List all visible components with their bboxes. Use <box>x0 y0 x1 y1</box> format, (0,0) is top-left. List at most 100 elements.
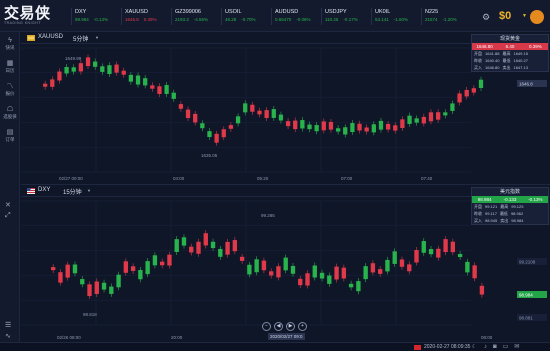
candle <box>385 123 391 130</box>
candle <box>357 123 362 131</box>
gear-icon[interactable]: ⚙ <box>482 12 492 22</box>
expand-icon[interactable]: ⤢ <box>5 212 11 220</box>
candle <box>50 79 55 87</box>
candle <box>378 269 383 274</box>
quote-value: 98.945 <box>485 218 498 223</box>
candle <box>264 110 269 119</box>
ticker-change: -1.60% <box>393 17 409 22</box>
candle <box>478 79 484 88</box>
candle <box>250 104 255 112</box>
candle <box>261 260 267 271</box>
calendar-icon: ▦ <box>6 60 14 67</box>
candle <box>271 109 276 118</box>
price-tag: 99.2108 <box>519 260 536 265</box>
quote-percent: -0.13% <box>528 197 543 202</box>
candle <box>228 125 234 129</box>
candle <box>436 248 441 258</box>
candle <box>464 89 469 97</box>
ticker-item[interactable]: N225 21574 -1.20% <box>421 8 469 25</box>
quote-value: 1647.13 <box>513 65 528 70</box>
sidebar-item-calendar[interactable]: ▦ 日历 <box>0 59 20 74</box>
ticker-price: 110.25 <box>325 17 339 22</box>
zoom-out-button[interactable]: − <box>262 322 271 331</box>
candle <box>350 123 355 133</box>
message-icon[interactable]: ✉ <box>514 343 519 351</box>
candle <box>319 272 325 279</box>
candle <box>428 249 434 255</box>
window-icon[interactable]: ▭ <box>503 343 509 351</box>
candle <box>285 121 291 127</box>
quote-label: 最低 <box>499 211 508 216</box>
chart-panel-xauusd[interactable]: XAUUSD 5分钟 ▼ 02/27 00:00 04:00 05:20 07:00 0… <box>21 32 550 182</box>
status-icons: ♪ ◙ ▭ ✉ <box>484 343 525 351</box>
candle <box>392 251 397 264</box>
ticker-item[interactable]: AUDUSD 0.65470 -0.06% <box>271 8 319 25</box>
candle <box>167 254 172 266</box>
clock-text: 2020-02-27 08:09:35 ☾ <box>424 344 477 350</box>
app-logo[interactable]: 交易侠 TRADING KNIGHT <box>4 5 60 29</box>
candle <box>305 273 310 286</box>
ticker-item[interactable]: USOIL 48.28 -0.70% <box>221 8 269 25</box>
ticker-change: -1.20% <box>442 17 457 22</box>
candle <box>321 121 326 131</box>
crosshair-tool-icon[interactable]: ✕ <box>5 201 11 209</box>
ticker-price: 1646.8 <box>125 17 139 22</box>
candle <box>407 264 412 272</box>
x-axis-tick: 04:00 <box>173 176 185 181</box>
bolt-icon: ϟ <box>8 37 12 44</box>
quote-change: 6.40 <box>505 44 515 49</box>
candle <box>218 248 223 257</box>
camera-icon[interactable]: ◙ <box>493 343 497 351</box>
sidebar-item-flash[interactable]: ϟ 快讯 <box>0 36 20 51</box>
candle <box>57 71 62 81</box>
candle <box>85 57 91 67</box>
ticker-price: 53.141 <box>375 17 389 22</box>
notification-icon[interactable]: ♪ <box>484 343 487 351</box>
account-balance[interactable]: $0 <box>499 10 511 22</box>
scroll-right-button[interactable]: ▶ <box>286 322 295 331</box>
quote-label: 卖出 <box>500 218 509 223</box>
avatar[interactable] <box>530 10 544 24</box>
scroll-left-button[interactable]: ◀ <box>274 322 283 331</box>
quote-value: 99.121 <box>485 204 498 209</box>
candle <box>341 267 347 279</box>
candle <box>43 83 48 87</box>
sidebar: ϟ 快讯 ▦ 日历 〽 报价 ☖ 选股侠 ▤ 订单 ✕ ⤢ ☰ ∿ <box>0 32 20 351</box>
menu-icon[interactable]: ☰ <box>5 321 11 329</box>
quote-label: 开盘 <box>474 51 482 56</box>
ticker-item[interactable]: DXY 98.984 -0.13% <box>71 8 119 25</box>
candle <box>393 125 398 131</box>
candle <box>123 261 129 273</box>
candle <box>407 115 412 124</box>
sidebar-item-orders[interactable]: ▤ 订单 <box>0 128 20 143</box>
quote-price: 98.984 <box>477 197 492 202</box>
ticker-change: 0.39% <box>143 17 157 22</box>
candle <box>457 253 463 258</box>
ticker-change: -4.55% <box>193 17 209 22</box>
ticker-item[interactable]: UK0IL 53.141 -1.60% <box>371 8 419 25</box>
ticker-item[interactable]: XAUUSD 1646.8 0.39% <box>121 8 169 25</box>
candle <box>314 125 319 132</box>
ticker-values: 98.984 -0.13% <box>75 16 119 23</box>
draw-tool-icon[interactable]: ∿ <box>5 332 11 340</box>
ticker-symbol: UK0IL <box>375 9 391 15</box>
quote-price-bar: 98.984 -0.133 -0.13% <box>472 196 548 203</box>
chevron-down-icon[interactable]: ▼ <box>522 13 527 19</box>
candle <box>300 120 305 129</box>
ticker-change: -0.70% <box>241 17 256 22</box>
sidebar-item-quotes[interactable]: 〽 报价 <box>0 82 20 97</box>
candle <box>428 112 434 122</box>
sidebar-item-stock-picker[interactable]: ☖ 选股侠 <box>0 105 20 120</box>
candle <box>80 279 85 285</box>
ticker-item[interactable]: GZ399006 2193.3 -4.55% <box>171 8 219 25</box>
candle <box>178 104 184 109</box>
ticker-values: 110.25 -0.17% <box>325 16 369 23</box>
ticker-item[interactable]: USDJPY 110.25 -0.17% <box>321 8 369 25</box>
ticker-price: 2193.3 <box>175 17 189 22</box>
zoom-in-button[interactable]: + <box>298 322 307 331</box>
cursor-date-tag: 2020/02/27 09:0 <box>268 333 305 340</box>
chart-panel-dxy[interactable]: DXY 15分钟 ▼ 02/26 08:0020:0004:0008:0099.… <box>21 184 550 342</box>
low-price-label: 1635.05 <box>201 153 218 158</box>
candle <box>343 127 348 135</box>
candle <box>100 66 105 72</box>
